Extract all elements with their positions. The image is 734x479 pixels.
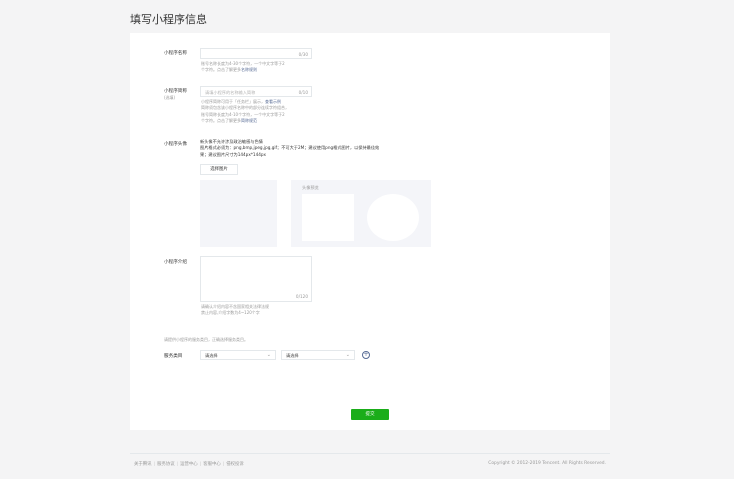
short-name-tip: 小程序简称可用于「任务栏」展示，查看示例 简称须包含该小程序名称中的部分连续字符…	[201, 99, 289, 125]
page-title: 填写小程序信息	[130, 13, 207, 26]
footer-separator: |	[153, 462, 156, 467]
name-counter: 0/30	[298, 51, 308, 57]
avatar-label: 小程序头像	[164, 142, 187, 147]
avatar-desc-line3: 果；建议图片尺寸为144px*144px	[200, 151, 267, 157]
footer-links: 关于腾讯 | 服务协议 | 运营中心 | 客服中心 | 侵权投诉	[134, 461, 244, 467]
name-label: 小程序名称	[164, 51, 187, 56]
category-first-value: 请选择	[205, 353, 218, 358]
short-name-input[interactable]: 请填小程序的名称输入简称 0/10	[200, 86, 312, 97]
name-rules-link[interactable]: 名称规则	[241, 67, 257, 72]
intro-textarea[interactable]: 0/120	[200, 256, 312, 302]
name-input[interactable]: 0/30	[200, 48, 312, 59]
avatar-upload-area[interactable]	[200, 180, 277, 247]
submit-button[interactable]: 提交	[351, 409, 389, 420]
avatar-preview-circle	[367, 194, 419, 241]
short-name-rules-link[interactable]: 简称规范	[241, 118, 257, 123]
short-name-tip-line1: 小程序简称可用于「任务栏」展示，	[201, 99, 265, 104]
intro-tip: 请确认介绍内容不含国家相关法律法规 禁止内容,介绍字数为4~120个字	[201, 304, 269, 317]
avatar-preview-title: 头像预览	[302, 185, 319, 190]
footer-link-about[interactable]: 关于腾讯	[134, 462, 152, 467]
intro-counter: 0/120	[295, 294, 308, 299]
footer-link-terms[interactable]: 服务协议	[157, 462, 175, 467]
category-first-select[interactable]: 请选择 ⌄	[200, 350, 276, 360]
footer-separator: |	[222, 462, 225, 467]
short-name-optional: (选填)	[164, 95, 176, 100]
avatar-desc-line2: 图片格式必须为：png,bmp,jpeg,jpg,gif；不可大于2M；建议使用…	[200, 145, 380, 151]
add-category-icon[interactable]: +	[362, 351, 370, 359]
name-tip: 账号名称长度为4-30个字符，一个中文字等于2 个字符。点击了解更多名称规则	[201, 61, 285, 74]
category-second-select[interactable]: 请选择 ⌄	[281, 350, 355, 360]
footer-separator: |	[176, 462, 179, 467]
avatar-preview-panel: 头像预览	[291, 180, 431, 247]
short-name-tip-line4: 个字符。点击了解更多	[201, 118, 241, 124]
short-name-label: 小程序简称	[164, 89, 187, 94]
footer-divider	[130, 453, 610, 454]
footer-separator: |	[199, 462, 202, 467]
short-name-counter: 0/10	[298, 89, 308, 95]
footer-link-ops[interactable]: 运营中心	[180, 462, 198, 467]
name-tip-line2: 个字符。点击了解更多	[201, 67, 241, 73]
chevron-down-icon: ⌄	[345, 352, 350, 358]
avatar-desc: 新头像不允许涉及政治敏感与色情 图片格式必须为：png,bmp,jpeg,jpg…	[200, 139, 379, 158]
avatar-preview-square	[302, 194, 354, 241]
category-second-value: 请选择	[286, 353, 299, 358]
intro-tip-line2: 禁止内容,介绍字数为4~120个字	[201, 310, 260, 316]
footer-link-support[interactable]: 客服中心	[203, 462, 221, 467]
view-example-link[interactable]: 查看示例	[265, 99, 281, 104]
copyright: Copyright © 2012-2019 Tencent. All Right…	[488, 461, 606, 466]
footer-link-complaint[interactable]: 侵权投诉	[226, 462, 244, 467]
short-name-tip-line2: 简称须包含该小程序名称中的部分连续字符组合，	[201, 105, 289, 111]
category-notice: 请提供小程序的服务类目，正确选择服务类目。	[164, 337, 248, 342]
short-name-placeholder: 请填小程序的名称输入简称	[205, 89, 256, 95]
category-label: 服务类目	[164, 354, 183, 359]
intro-label: 小程序介绍	[164, 260, 187, 265]
chevron-down-icon: ⌄	[266, 352, 271, 358]
choose-image-button[interactable]: 选择图片	[200, 164, 238, 175]
